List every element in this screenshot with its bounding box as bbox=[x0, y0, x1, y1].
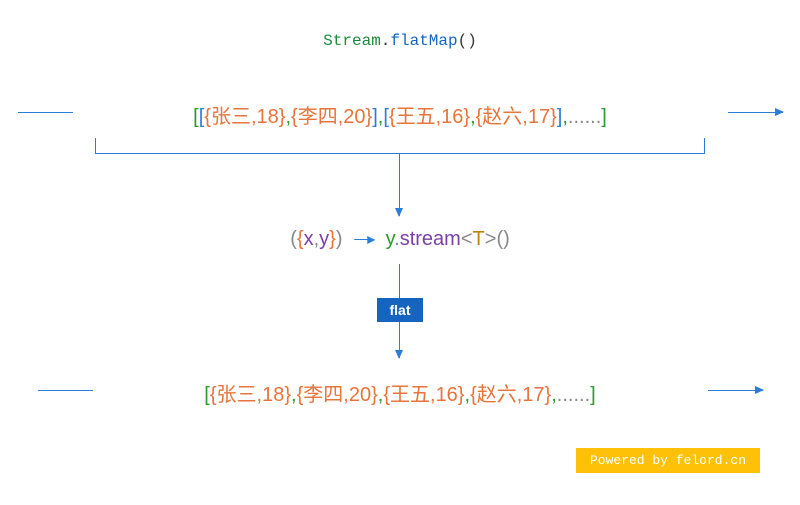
item-4: {赵六,17} bbox=[470, 384, 551, 406]
arrow-down-icon bbox=[399, 154, 400, 216]
gt: > bbox=[485, 228, 497, 250]
item-2: {李四,20} bbox=[297, 384, 378, 406]
arrow-right-icon bbox=[354, 239, 374, 240]
arrow-down-icon bbox=[399, 322, 400, 358]
outer-bracket-close: ] bbox=[590, 384, 596, 406]
stream-method: stream bbox=[400, 228, 461, 250]
brace-close: } bbox=[329, 228, 336, 250]
outer-bracket-close: ] bbox=[601, 106, 607, 128]
item-4: {赵六,17} bbox=[476, 106, 557, 128]
paren-open: ( bbox=[290, 228, 297, 250]
item-1: {张三,18} bbox=[204, 106, 285, 128]
var-x: x bbox=[304, 228, 314, 250]
arrow-in-bottom bbox=[38, 390, 93, 391]
call-paren: () bbox=[496, 228, 509, 250]
flat-label: flat bbox=[377, 298, 423, 322]
ellipsis: ...... bbox=[557, 384, 590, 406]
item-3: {王五,16} bbox=[389, 106, 470, 128]
paren-close: ) bbox=[336, 228, 343, 250]
var-y2: y bbox=[386, 228, 395, 250]
diagram-title: Stream.flatMap() bbox=[323, 32, 477, 50]
title-stream: Stream bbox=[323, 32, 381, 50]
arrow-in-top bbox=[18, 112, 73, 113]
arrow-out-bottom bbox=[708, 390, 763, 391]
title-paren: () bbox=[458, 32, 477, 50]
input-array: [[{张三,18},{李四,20}],[{王五,16},{赵六,17}],...… bbox=[85, 100, 715, 129]
item-2: {李四,20} bbox=[291, 106, 372, 128]
powered-by-badge: Powered by felord.cn bbox=[576, 448, 760, 473]
var-y: y bbox=[319, 228, 329, 250]
arrow-out-top bbox=[728, 112, 783, 113]
title-flatmap: flatMap bbox=[390, 32, 457, 50]
bracket-connector bbox=[95, 138, 705, 154]
output-array: [{张三,18},{李四,20},{王五,16},{赵六,17},......] bbox=[105, 378, 695, 407]
lambda-expression: ({x,y}) y.stream<T>() bbox=[290, 228, 510, 251]
lt: < bbox=[461, 228, 473, 250]
item-3: {王五,16} bbox=[383, 384, 464, 406]
title-dot: . bbox=[381, 32, 391, 50]
ellipsis: ...... bbox=[568, 106, 601, 128]
item-1: {张三,18} bbox=[210, 384, 291, 406]
type-t: T bbox=[473, 228, 485, 250]
arrow-down-icon bbox=[399, 264, 400, 298]
